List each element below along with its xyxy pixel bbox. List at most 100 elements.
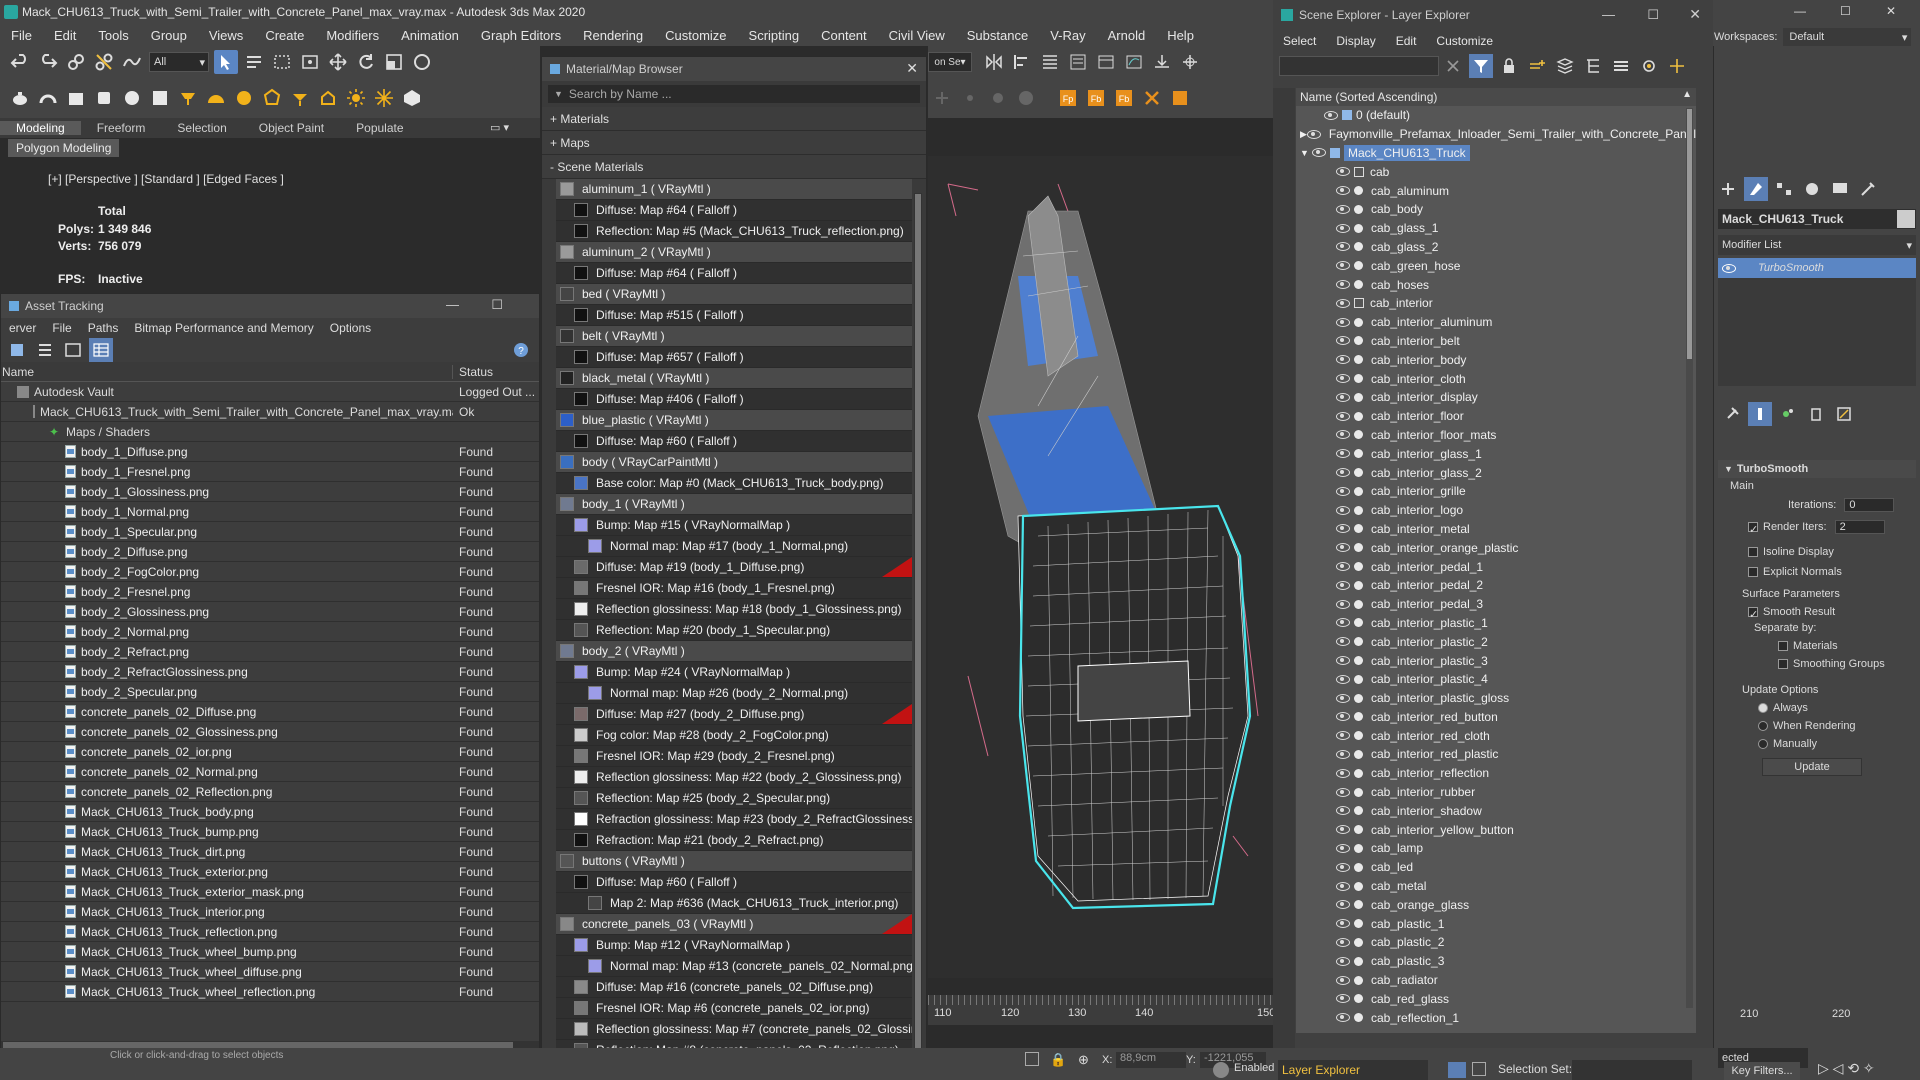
hierarchy-tab-icon[interactable] — [1772, 177, 1796, 201]
map-item[interactable]: Reflection glossiness: Map #22 (body_2_G… — [556, 767, 912, 788]
object-row[interactable]: cab_glass_1 — [1296, 219, 1696, 238]
app-close-button[interactable]: ✕ — [1886, 4, 1896, 18]
absolute-mode-icon[interactable]: ⊕ — [1078, 1052, 1089, 1068]
ribbon-toggle-icon[interactable] — [1094, 50, 1118, 74]
smooth-result-row[interactable]: ✓ Smooth Result — [1718, 606, 1916, 621]
turbosmooth-rollout-header[interactable]: ▼ TurboSmooth — [1718, 460, 1916, 478]
map-item[interactable]: Diffuse: Map #406 ( Falloff ) — [556, 389, 912, 410]
object-row[interactable]: cab_interior_metal — [1296, 520, 1696, 539]
object-row[interactable]: cab_interior_plastic_4 — [1296, 670, 1696, 689]
menu-item-customize[interactable]: Customize — [654, 28, 737, 43]
sphere-icon[interactable] — [120, 86, 144, 110]
asset-file-row[interactable]: body_2_Diffuse.png Found — [1, 542, 539, 562]
eye-icon[interactable] — [1336, 430, 1350, 440]
eye-icon[interactable] — [1336, 543, 1350, 553]
materials-section[interactable]: + Materials — [542, 107, 926, 131]
map-item[interactable]: Bump: Map #15 ( VRayNormalMap ) — [556, 515, 912, 536]
eye-icon[interactable] — [1336, 618, 1350, 628]
helper-icon[interactable] — [36, 86, 60, 110]
map-item[interactable]: Fresnel IOR: Map #16 (body_1_Fresnel.png… — [556, 578, 912, 599]
layer-explorer-icon[interactable] — [1066, 50, 1090, 74]
proxy-icon[interactable] — [400, 86, 424, 110]
always-radio[interactable] — [1758, 703, 1768, 713]
asset-file-row[interactable]: body_2_Refract.png Found — [1, 642, 539, 662]
window-crossing-icon[interactable] — [298, 50, 322, 74]
asset-file-row[interactable]: body_1_Specular.png Found — [1, 522, 539, 542]
adaptive-degradation-icon[interactable] — [1213, 1062, 1229, 1078]
smoothing-groups-row[interactable]: Smoothing Groups — [1718, 658, 1916, 670]
lock-icon[interactable] — [1497, 54, 1521, 78]
eye-icon[interactable] — [1312, 148, 1326, 158]
modify-tab-icon[interactable] — [1744, 177, 1768, 201]
eye-icon[interactable] — [1336, 956, 1350, 966]
menu-item-arnold[interactable]: Arnold — [1097, 28, 1157, 43]
asset-file-row[interactable]: Mack_CHU613_Truck_wheel_bump.png Found — [1, 942, 539, 962]
object-row[interactable]: cab_interior_pedal_3 — [1296, 595, 1696, 614]
tree-view-icon[interactable] — [61, 338, 85, 362]
eye-icon[interactable] — [1336, 580, 1350, 590]
map-item[interactable]: Fog color: Map #28 (body_2_FogColor.png) — [556, 725, 912, 746]
asset-file-row[interactable]: concrete_panels_02_Normal.png Found — [1, 762, 539, 782]
unlink-icon[interactable] — [92, 50, 116, 74]
material-item[interactable]: body_1 ( VRayMtl ) — [556, 494, 912, 515]
asset-row-maps[interactable]: ✦ Maps / Shaders — [1, 422, 539, 442]
asset-row-vault[interactable]: Autodesk Vault Logged Out ... — [1, 382, 539, 402]
vray-dot-icon-3[interactable] — [1014, 86, 1038, 110]
map-item[interactable]: Bump: Map #24 ( VRayNormalMap ) — [556, 662, 912, 683]
eye-icon[interactable] — [1336, 843, 1350, 853]
asset-file-row[interactable]: body_2_Specular.png Found — [1, 682, 539, 702]
object-row[interactable]: cab — [1296, 162, 1696, 181]
eye-icon[interactable] — [1336, 712, 1350, 722]
eye-icon[interactable] — [1336, 806, 1350, 816]
ambient-light-icon[interactable] — [372, 86, 396, 110]
material-item[interactable]: aluminum_1 ( VRayMtl ) — [556, 179, 912, 200]
when-rendering-row[interactable]: When Rendering — [1718, 720, 1916, 732]
menu-item-tools[interactable]: Tools — [87, 28, 139, 43]
ribbon-tab-populate[interactable]: Populate — [340, 121, 419, 135]
lock-selection-icon[interactable]: 🔒 — [1050, 1052, 1066, 1068]
asset-menu-file[interactable]: File — [44, 321, 79, 335]
material-item[interactable]: concrete_panels_03 ( VRayMtl ) — [556, 914, 912, 935]
menu-item-animation[interactable]: Animation — [390, 28, 470, 43]
eye-icon[interactable] — [1336, 355, 1350, 365]
col-status-header[interactable]: Status — [453, 365, 493, 379]
asset-file-row[interactable]: body_1_Normal.png Found — [1, 502, 539, 522]
object-row[interactable]: cab_interior_orange_plastic — [1296, 538, 1696, 557]
key-filters-button[interactable]: Key Filters... — [1724, 1062, 1800, 1080]
iterations-spinner[interactable]: 0 — [1844, 498, 1895, 512]
close-button[interactable]: ✕ — [906, 60, 918, 77]
map-item[interactable]: Diffuse: Map #16 (concrete_panels_02_Dif… — [556, 977, 912, 998]
smooth-result-checkbox[interactable]: ✓ — [1748, 607, 1758, 621]
light-mesh-icon[interactable] — [260, 86, 284, 110]
expand-icon[interactable]: ▶ — [1300, 129, 1307, 140]
scene-materials-section[interactable]: - Scene Materials — [542, 155, 926, 179]
light-dome-icon[interactable] — [204, 86, 228, 110]
menu-item-substance[interactable]: Substance — [956, 28, 1039, 43]
map-item[interactable]: Diffuse: Map #60 ( Falloff ) — [556, 431, 912, 452]
scene-menu-edit[interactable]: Edit — [1386, 34, 1427, 48]
object-name-field[interactable]: Mack_CHU613_Truck — [1718, 209, 1916, 229]
scene-scrollbar[interactable] — [1686, 108, 1693, 1008]
object-row[interactable]: cab_interior_glass_2 — [1296, 463, 1696, 482]
new-layer-icon[interactable] — [1525, 54, 1549, 78]
menu-item-group[interactable]: Group — [140, 28, 198, 43]
scene-find-input[interactable] — [1279, 56, 1439, 76]
remove-modifier-icon[interactable] — [1804, 402, 1828, 426]
scene-minimize-button[interactable]: — — [1602, 7, 1615, 22]
materials-checkbox[interactable] — [1778, 641, 1788, 651]
asset-file-row[interactable]: body_2_Glossiness.png Found — [1, 602, 539, 622]
eye-icon[interactable] — [1722, 263, 1736, 273]
always-row[interactable]: Always — [1718, 702, 1916, 714]
minimize-button[interactable]: — — [446, 297, 459, 312]
manually-radio[interactable] — [1758, 739, 1768, 749]
workspaces-dropdown[interactable]: Default ▾ — [1783, 28, 1912, 46]
x-coordinate-field[interactable]: 88,9cm — [1116, 1052, 1186, 1068]
eye-icon[interactable] — [1336, 975, 1350, 985]
material-scrollbar[interactable] — [914, 193, 922, 1073]
map-item[interactable]: Diffuse: Map #27 (body_2_Diffuse.png) — [556, 704, 912, 725]
object-row[interactable]: cab_glass_2 — [1296, 238, 1696, 257]
vray-fb-icon-3[interactable]: Fb — [1112, 86, 1136, 110]
eye-icon[interactable] — [1336, 637, 1350, 647]
map-item[interactable]: Fresnel IOR: Map #6 (concrete_panels_02_… — [556, 998, 912, 1019]
layer-row[interactable]: ▶ Faymonville_Prefamax_Inloader_Semi_Trai… — [1296, 125, 1696, 144]
